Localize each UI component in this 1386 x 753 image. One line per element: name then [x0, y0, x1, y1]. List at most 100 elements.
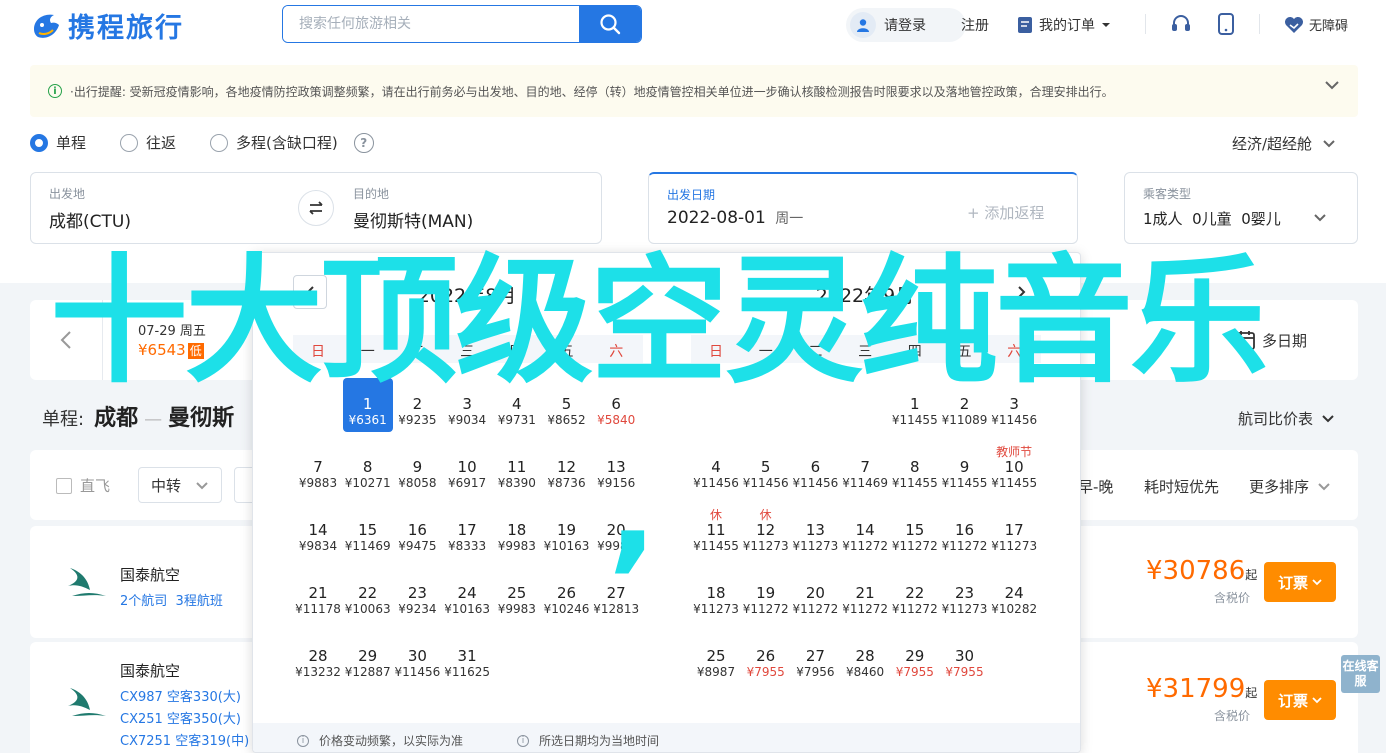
calendar-day[interactable]: 8 ¥10271 — [343, 441, 393, 495]
date-value: 2022-08-01 周一 — [667, 208, 804, 228]
calendar-day[interactable]: 17 ¥8333 — [442, 504, 492, 558]
day-number: 22 — [358, 584, 378, 602]
calendar-day[interactable]: 26 ¥7955 — [741, 630, 791, 684]
brand-name: 携程旅行 — [68, 13, 184, 44]
calendar-day[interactable]: 23 ¥9234 — [392, 567, 442, 621]
tax-included-label: 含税价 — [1214, 709, 1251, 723]
calendar-day[interactable]: 16 ¥9475 — [392, 504, 442, 558]
more-sort-dropdown[interactable]: 更多排序 — [1249, 476, 1331, 497]
register-link[interactable]: 注册 — [961, 15, 989, 35]
calendar-day[interactable]: 6 ¥11456 — [790, 441, 840, 495]
chevron-down-icon — [1318, 483, 1330, 491]
calendar-day[interactable]: 10 ¥6917 — [442, 441, 492, 495]
calendar-day[interactable]: 14 ¥11272 — [840, 504, 890, 558]
calendar-day[interactable]: 14 ¥9834 — [293, 504, 343, 558]
calendar-day[interactable]: 30 ¥11456 — [392, 630, 442, 684]
calendar-day[interactable]: 22 ¥10063 — [343, 567, 393, 621]
calendar-day[interactable]: 15 ¥11469 — [343, 504, 393, 558]
calendar-day[interactable]: 22 ¥11272 — [890, 567, 940, 621]
day-price: ¥5840 — [597, 413, 636, 427]
calendar-day[interactable]: 28 ¥8460 — [840, 630, 890, 684]
calendar-day[interactable]: 16 ¥11272 — [940, 504, 990, 558]
calendar-day[interactable]: 教师节 10 ¥11455 — [989, 441, 1039, 495]
calendar-day[interactable]: 11 ¥8390 — [492, 441, 542, 495]
flight-number[interactable]: CX987 空客330(大) — [120, 686, 241, 705]
calendar-day[interactable]: 8 ¥11455 — [890, 441, 940, 495]
book-button[interactable]: 订票 — [1264, 562, 1336, 602]
swap-cities-button[interactable] — [298, 190, 334, 226]
calendar-day[interactable]: 17 ¥11273 — [989, 504, 1039, 558]
calendar-day[interactable]: 29 ¥7955 — [890, 630, 940, 684]
online-service-button[interactable]: 在线客服 — [1341, 655, 1380, 693]
calendar-day[interactable]: 31 ¥11625 — [442, 630, 492, 684]
calendar-day[interactable]: 4 ¥11456 — [691, 441, 741, 495]
calendar-day[interactable]: 19 ¥11272 — [741, 567, 791, 621]
day-number: 11 — [706, 521, 726, 539]
trip-multicity-radio[interactable]: 多程(含缺口程) — [210, 132, 338, 153]
calendar-day[interactable]: 5 ¥11456 — [741, 441, 791, 495]
calendar-day[interactable]: 15 ¥11272 — [890, 504, 940, 558]
calendar-day[interactable]: 19 ¥10163 — [542, 504, 592, 558]
calendar-day[interactable]: 26 ¥10246 — [542, 567, 592, 621]
calendar-day[interactable]: 20 ¥11272 — [790, 567, 840, 621]
departure-date-field[interactable]: 出发日期 2022-08-01 周一 + 添加返程 — [648, 172, 1078, 244]
calendar-day[interactable]: 9 ¥11455 — [940, 441, 990, 495]
sort-duration-button[interactable]: 耗时短优先 — [1144, 476, 1219, 497]
calendar-day[interactable]: 29 ¥12887 — [343, 630, 393, 684]
calendar-day[interactable]: 7 ¥9883 — [293, 441, 343, 495]
calendar-day[interactable]: 9 ¥8058 — [392, 441, 442, 495]
calendar-day[interactable]: 27 ¥7956 — [790, 630, 840, 684]
calendar-day[interactable]: 13 ¥11273 — [790, 504, 840, 558]
transfer-dropdown[interactable]: 中转 — [138, 467, 223, 503]
multi-date-label: 多日期 — [1262, 331, 1308, 350]
add-return-button[interactable]: + 添加返程 — [967, 202, 1044, 223]
calendar-day[interactable]: 30 ¥7955 — [940, 630, 990, 684]
passenger-field[interactable]: 乘客类型 1成人 0儿童 0婴儿 — [1124, 172, 1358, 244]
headset-icon[interactable] — [1169, 12, 1193, 36]
search-input[interactable] — [283, 6, 581, 42]
destination-field[interactable]: 目的地 曼彻斯特(MAN) — [317, 173, 601, 243]
my-orders-menu[interactable]: 我的订单 — [1017, 15, 1111, 35]
day-price: ¥11456 — [991, 413, 1038, 427]
calendar-day[interactable]: 7 ¥11469 — [840, 441, 890, 495]
help-icon[interactable]: ? — [353, 132, 374, 153]
origin-field[interactable]: 出发地 成都(CTU) — [31, 173, 316, 243]
calendar-day[interactable]: 休 11 ¥11455 — [691, 504, 741, 558]
calendar-day[interactable]: 休 12 ¥11273 — [741, 504, 791, 558]
chevron-down-icon[interactable] — [1324, 80, 1340, 90]
calendar-day[interactable]: 24 ¥10163 — [442, 567, 492, 621]
sort-time-button[interactable]: 早-晚 — [1078, 476, 1113, 497]
day-number: 18 — [507, 521, 527, 539]
day-price: ¥10282 — [991, 602, 1038, 616]
trip-roundtrip-radio[interactable]: 往返 — [120, 132, 176, 153]
calendar-day[interactable]: 21 ¥11178 — [293, 567, 343, 621]
calendar-day[interactable]: 25 ¥9983 — [492, 567, 542, 621]
flight-number[interactable]: CX7251 空客319(中) — [120, 730, 249, 749]
cabin-class-dropdown[interactable]: 经济/超经舱 — [1232, 133, 1336, 154]
direct-only-checkbox[interactable]: 直飞 — [56, 475, 110, 496]
calendar-day[interactable]: 18 ¥9983 — [492, 504, 542, 558]
calendar-day[interactable]: 23 ¥11273 — [940, 567, 990, 621]
airline-sub[interactable]: 2个航司 3程航班 — [120, 590, 223, 609]
trip-oneway-radio[interactable]: 单程 — [30, 132, 86, 153]
chevron-down-icon — [1312, 696, 1322, 703]
price-notice: i 价格变动频繁，以实际为准 — [297, 732, 463, 749]
day-number: 25 — [507, 584, 527, 602]
search-button[interactable] — [579, 6, 641, 42]
flight-number[interactable]: CX251 空客350(大) — [120, 708, 241, 727]
calendar-day[interactable]: 25 ¥8987 — [691, 630, 741, 684]
mobile-app-icon[interactable] — [1214, 12, 1238, 36]
calendar-day[interactable]: 18 ¥11273 — [691, 567, 741, 621]
book-button[interactable]: 订票 — [1264, 680, 1336, 720]
calendar-day[interactable]: 24 ¥10282 — [989, 567, 1039, 621]
calendar-day[interactable]: 12 ¥8736 — [542, 441, 592, 495]
day-number: 28 — [308, 647, 328, 665]
route-arrow-icon: — — [144, 409, 163, 430]
more-sort-label: 更多排序 — [1249, 478, 1310, 496]
calendar-day[interactable]: 21 ¥11272 — [840, 567, 890, 621]
accessibility-link[interactable]: 无障碍 — [1284, 15, 1348, 34]
airline-compare-button[interactable]: 航司比价表 — [1238, 408, 1335, 429]
ctrip-logo[interactable]: 携程旅行 — [30, 6, 184, 45]
calendar-day[interactable]: 28 ¥13232 — [293, 630, 343, 684]
login-button[interactable]: 请登录 — [846, 8, 966, 42]
